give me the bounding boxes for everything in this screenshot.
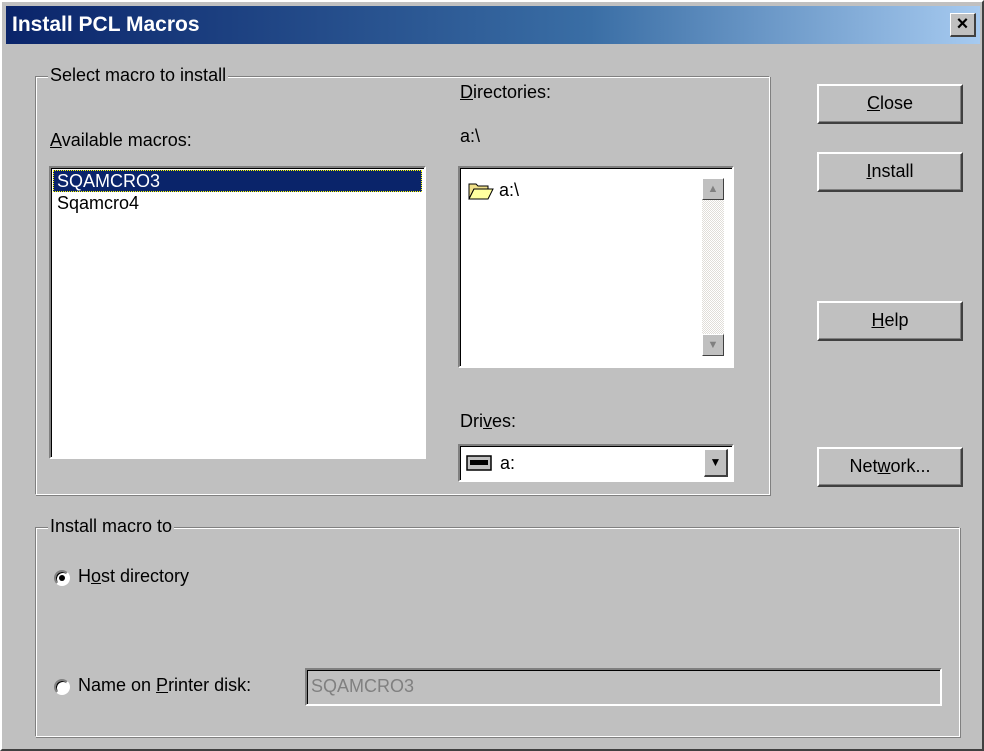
- directory-item[interactable]: a:\: [468, 178, 519, 202]
- install-macro-to-group-label: Install macro to: [48, 516, 175, 537]
- printer-disk-option[interactable]: Name on Printer disk:: [54, 674, 294, 700]
- available-macros-list[interactable]: SQAMCRO3 Sqamcro4: [49, 166, 426, 459]
- help-button[interactable]: Help: [817, 301, 963, 341]
- host-directory-label: Host directory: [78, 566, 190, 586]
- macro-list-item[interactable]: Sqamcro4: [53, 192, 422, 214]
- open-folder-icon: [468, 183, 494, 200]
- host-directory-radio[interactable]: [54, 570, 70, 586]
- macro-list-item[interactable]: SQAMCRO3: [53, 170, 422, 192]
- scroll-down-button[interactable]: ▼: [702, 334, 724, 356]
- chevron-down-icon[interactable]: ▼: [704, 449, 728, 477]
- available-macros-label: Available macros:: [50, 130, 192, 150]
- printer-disk-label: Name on Printer disk:: [78, 675, 252, 695]
- network-button[interactable]: Network...: [817, 447, 963, 487]
- close-icon[interactable]: ×: [950, 13, 976, 37]
- scroll-track[interactable]: [702, 200, 724, 336]
- dialog-title: Install PCL Macros: [12, 13, 200, 36]
- drives-dropdown[interactable]: a: ▼: [458, 444, 734, 482]
- title-bar[interactable]: Install PCL Macros ×: [6, 6, 980, 44]
- drive-value: a:: [500, 453, 516, 473]
- current-path: a:\: [460, 126, 481, 146]
- directories-label: Directories:: [460, 82, 552, 102]
- select-macro-group-label: Select macro to install: [48, 65, 229, 86]
- drives-label: Drives:: [460, 411, 517, 431]
- directories-list[interactable]: a:\ ▲ ▼: [458, 166, 734, 368]
- install-pcl-macros-dialog: Install PCL Macros × Select macro to ins…: [0, 0, 984, 751]
- close-button[interactable]: Close: [817, 84, 963, 124]
- printer-disk-name-field[interactable]: SQAMCRO3: [305, 668, 942, 706]
- host-directory-option[interactable]: Host directory: [54, 565, 254, 591]
- install-button[interactable]: Install: [817, 152, 963, 192]
- directory-item-label: a:\: [499, 180, 520, 200]
- printer-disk-radio[interactable]: [54, 679, 70, 695]
- floppy-drive-icon: [466, 455, 492, 471]
- scroll-up-button[interactable]: ▲: [702, 178, 724, 200]
